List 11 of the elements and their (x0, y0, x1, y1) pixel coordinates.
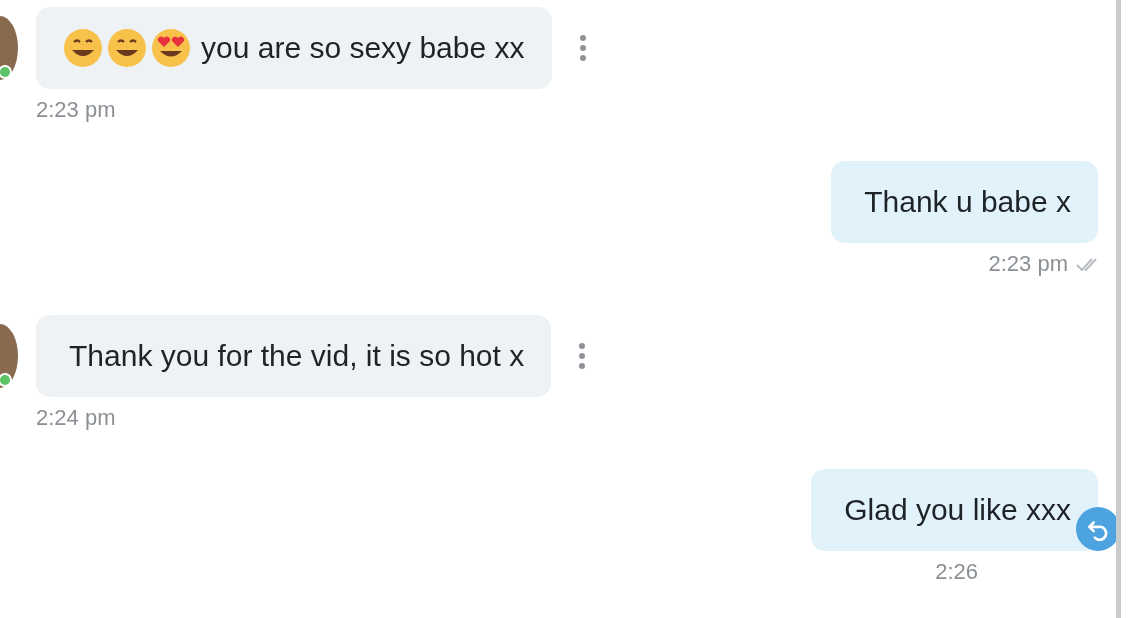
message-text: Thank u babe x (864, 185, 1071, 219)
heart-eyes-face-icon (151, 28, 191, 68)
grinning-face-icon (107, 28, 147, 68)
timestamp: 2:26 (935, 559, 978, 585)
message-text: Glad you like xxx (844, 493, 1071, 527)
grinning-face-icon (63, 28, 103, 68)
timestamp: 2:23 pm (988, 251, 1068, 277)
message-text: Thank you for the vid, it is so hot x (69, 339, 525, 373)
message-text: you are so sexy babe xx (201, 31, 525, 65)
timestamp: 2:23 pm (36, 97, 116, 123)
timestamp: 2:24 pm (36, 405, 116, 431)
